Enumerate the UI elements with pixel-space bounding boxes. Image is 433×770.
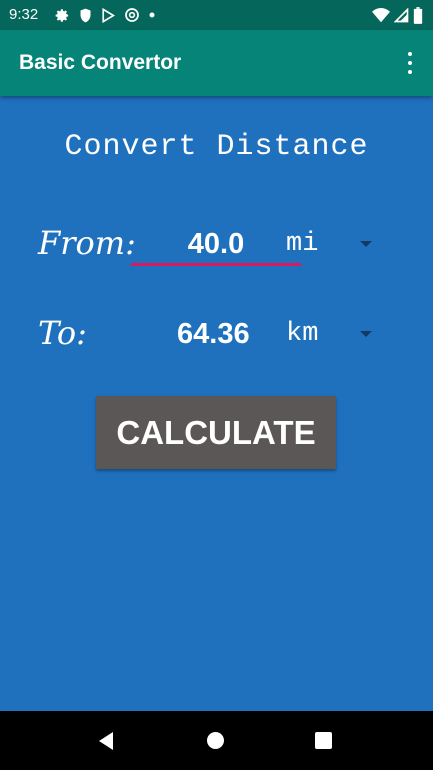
at-sign-icon: [125, 8, 139, 22]
to-value-output: 64.36: [177, 318, 250, 350]
app-title: Basic Convertor: [19, 51, 182, 74]
status-bar: 9:32: [0, 0, 433, 30]
page-heading: Convert Distance: [64, 130, 369, 164]
status-icons-right: [372, 6, 423, 24]
status-time: 9:32: [9, 6, 39, 23]
dot-icon: [149, 12, 155, 18]
calculate-button[interactable]: CALCULATE: [96, 396, 336, 469]
to-label: To:: [38, 314, 87, 352]
to-unit-dropdown-icon[interactable]: [360, 331, 372, 337]
from-label: From:: [38, 224, 136, 262]
battery-icon: [413, 6, 423, 24]
back-icon[interactable]: [97, 731, 115, 751]
gear-icon: [55, 8, 69, 22]
more-vert-icon[interactable]: [405, 52, 415, 74]
shield-icon: [80, 8, 91, 22]
converter-content: Convert Distance From: 40.0 mi To: 64.36…: [0, 96, 433, 711]
screen: 9:32 Basic Convertor Convert Distance Fr…: [0, 0, 433, 770]
to-unit-select[interactable]: km: [286, 319, 318, 349]
from-unit-dropdown-icon[interactable]: [360, 241, 372, 247]
from-value-input[interactable]: 40.0: [131, 224, 301, 266]
play-store-icon: [102, 7, 115, 23]
from-unit-select[interactable]: mi: [286, 229, 318, 259]
app-bar: Basic Convertor: [0, 30, 433, 96]
recents-icon[interactable]: [315, 732, 332, 749]
signal-icon: [394, 7, 409, 22]
wifi-icon: [372, 7, 390, 22]
home-icon[interactable]: [207, 732, 224, 749]
nav-bar: [0, 711, 433, 770]
status-icons-left: [55, 6, 155, 24]
